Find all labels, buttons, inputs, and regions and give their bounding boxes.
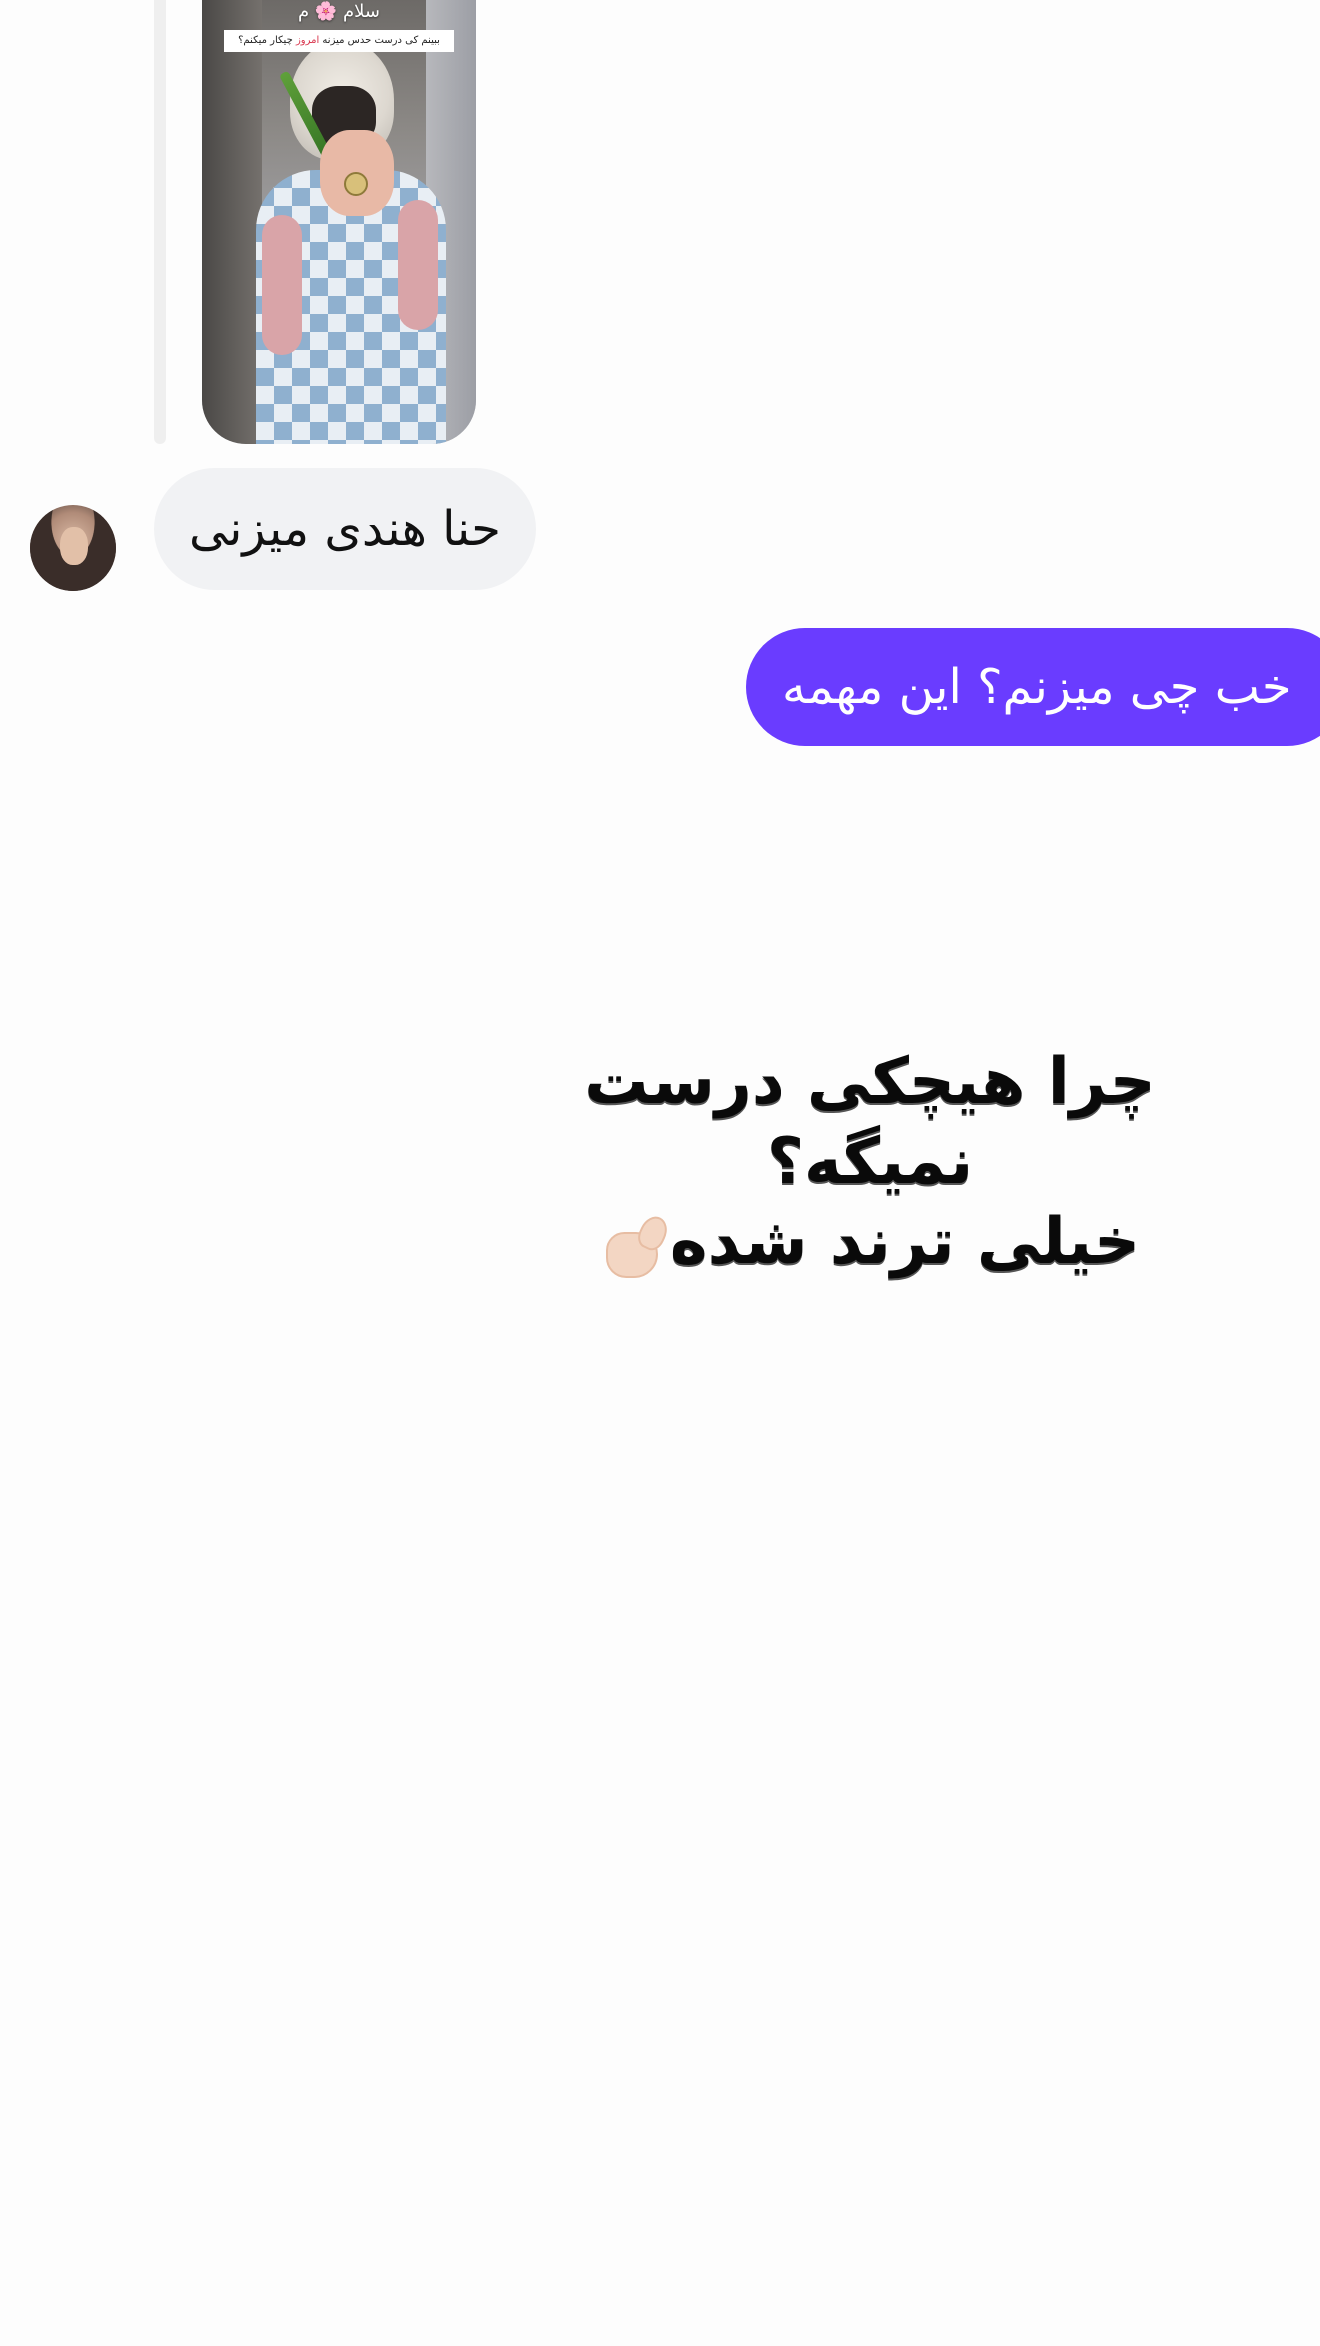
incoming-message-text: حنا هندی میزنی (189, 501, 501, 557)
story-figure-cuff-left (262, 215, 302, 355)
pinching-hand-icon (600, 1210, 672, 1280)
overlay-caption-line2: خیلی ترند شده (540, 1202, 1200, 1282)
story-caption-highlight: امروز (295, 35, 320, 46)
overlay-caption: چرا هیچکی درست نمیگه؟ خیلی ترند شده (540, 1042, 1200, 1282)
story-caption-part2: چیکار میکنم؟ (238, 35, 296, 46)
story-caption-part1: ببینم کی درست حدس میزنه (319, 35, 440, 46)
overlay-caption-line2-text: خیلی ترند شده (669, 1205, 1141, 1279)
story-caption: ببینم کی درست حدس میزنه امروز چیکار میکن… (224, 30, 454, 52)
story-title: سلام 🌸 م (298, 1, 380, 22)
story-background (202, 0, 262, 444)
ring (344, 172, 368, 196)
outgoing-message-bubble[interactable]: خب چی میزنم؟ این مهمه (746, 628, 1320, 746)
chat-screen: سلام 🌸 م ببینم کی درست حدس میزنه امروز چ… (0, 0, 1320, 2346)
avatar-face (60, 527, 88, 565)
reply-quote-bar (154, 0, 166, 444)
story-figure-cuff-right (398, 200, 438, 330)
outgoing-message-text: خب چی میزنم؟ این مهمه (782, 659, 1292, 715)
sender-avatar[interactable] (30, 505, 116, 591)
overlay-caption-line1: چرا هیچکی درست نمیگه؟ (584, 1045, 1156, 1199)
incoming-message-bubble[interactable]: حنا هندی میزنی (154, 468, 536, 590)
story-reply-preview[interactable]: سلام 🌸 م ببینم کی درست حدس میزنه امروز چ… (202, 0, 476, 444)
